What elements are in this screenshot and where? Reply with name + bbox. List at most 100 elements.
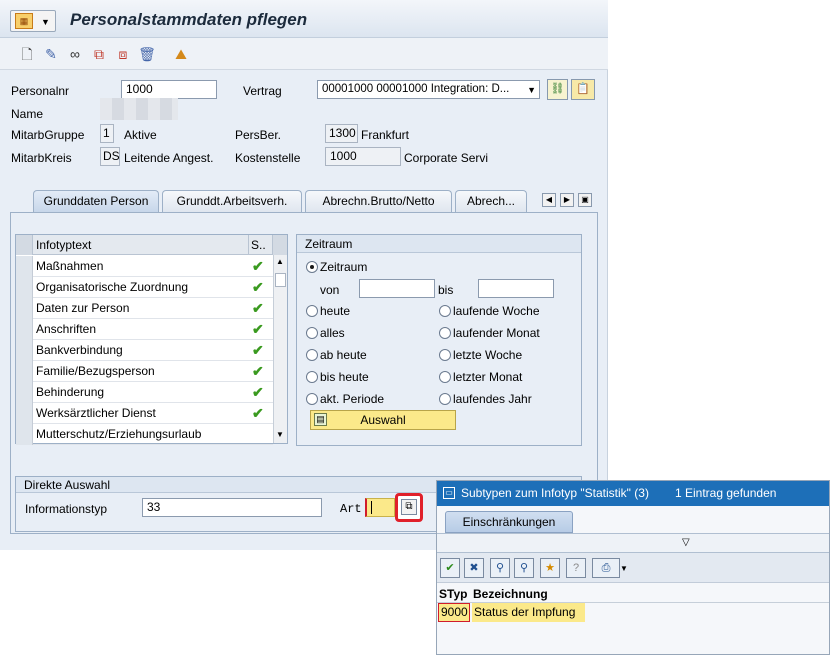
- radio-akt-periode-label: akt. Periode: [320, 392, 385, 406]
- radio-ab-heute[interactable]: [306, 349, 318, 361]
- tab-scroll-left-icon[interactable]: ◀: [542, 193, 556, 207]
- main-window: ▦ ▼ Personalstammdaten pflegen 🗋 ✎ ∞ ⧉ ⧈…: [0, 0, 608, 550]
- radio-zeitraum-label: Zeitraum: [320, 260, 368, 274]
- table-row[interactable]: Mutterschutz/Erziehungsurlaub: [16, 424, 273, 445]
- copy-icon[interactable]: ⧉: [90, 45, 108, 63]
- art-input[interactable]: [365, 498, 395, 517]
- radio-letzte-woche[interactable]: [439, 349, 451, 361]
- mitarbkreis-text: Leitende Angest.: [124, 151, 214, 165]
- popup-count: 1 Eintrag gefunden: [675, 486, 777, 500]
- radio-laufender-monat[interactable]: [439, 327, 451, 339]
- infotype-name: Anschriften: [36, 322, 97, 336]
- persber-label: PersBer.: [235, 128, 282, 142]
- overview-mountain-icon[interactable]: ⛰: [172, 45, 190, 63]
- radio-alles[interactable]: [306, 327, 318, 339]
- tab-einschraenkungen[interactable]: Einschränkungen: [445, 511, 573, 533]
- informationstyp-input[interactable]: 33: [142, 498, 322, 517]
- bis-label: bis: [438, 283, 454, 297]
- select-all-cell[interactable]: [16, 235, 33, 255]
- delimit-icon[interactable]: ⧈: [114, 45, 132, 63]
- radio-akt-periode[interactable]: [306, 393, 318, 405]
- radio-letzte-woche-label: letzte Woche: [453, 348, 523, 362]
- table-row[interactable]: Bankverbindung ✔: [16, 340, 273, 361]
- new-document-icon[interactable]: 🗋: [18, 45, 36, 63]
- scroll-down-icon[interactable]: ▼: [276, 430, 284, 439]
- edit-pencil-icon[interactable]: ✎: [42, 45, 60, 63]
- check-icon: ✔: [252, 300, 264, 316]
- radio-letzter-monat[interactable]: [439, 371, 451, 383]
- check-icon: ✔: [252, 258, 264, 274]
- table-row[interactable]: Organisatorische Zuordnung ✔: [16, 277, 273, 298]
- row-selector[interactable]: [16, 403, 33, 424]
- value-help-icon[interactable]: ⧉: [401, 499, 417, 515]
- personalnr-input[interactable]: 1000: [121, 80, 217, 99]
- row-selector[interactable]: [16, 319, 33, 340]
- tab-abrech-more[interactable]: Abrech...: [455, 190, 527, 212]
- tab-scroll-right-icon[interactable]: ▶: [560, 193, 574, 207]
- find-next-icon[interactable]: ⚲: [514, 558, 534, 578]
- help-icon[interactable]: ?: [566, 558, 586, 578]
- chevron-down-icon: ▼: [41, 17, 50, 27]
- radio-zeitraum[interactable]: [306, 261, 318, 273]
- tab-list-icon[interactable]: ▣: [578, 193, 592, 207]
- name-label: Name: [11, 107, 44, 121]
- confirm-check-icon[interactable]: ✔: [440, 558, 460, 578]
- table-row[interactable]: Maßnahmen ✔: [16, 256, 273, 277]
- styp-cell[interactable]: 9000: [438, 603, 470, 622]
- radio-bis-heute-label: bis heute: [320, 370, 369, 384]
- restrictions-collapse-bar[interactable]: ▽: [437, 533, 829, 553]
- cancel-x-icon[interactable]: ✖: [464, 558, 484, 578]
- infotype-scrollbar[interactable]: ▲ ▼: [273, 255, 287, 443]
- table-row[interactable]: Familie/Bezugsperson ✔: [16, 361, 273, 382]
- row-selector[interactable]: [16, 340, 33, 361]
- bezeichnung-cell[interactable]: Status der Impfung: [472, 603, 585, 622]
- von-input[interactable]: [359, 279, 435, 298]
- popup-toolbar: ✔ ✖ ⚲ ⚲ ★ ? ⎙ ▼: [437, 553, 829, 583]
- tab-grunddt-arbeitsverh[interactable]: Grunddt.Arbeitsverh.: [162, 190, 302, 212]
- col-styp: STyp: [439, 587, 468, 601]
- scroll-up-icon[interactable]: ▲: [276, 257, 284, 266]
- clipboard-icon[interactable]: 📋: [571, 79, 595, 100]
- auswahl-label: Auswahl: [360, 413, 406, 427]
- menu-button[interactable]: ▦ ▼: [10, 10, 56, 32]
- display-glasses-icon[interactable]: ∞: [66, 45, 84, 63]
- find-binoculars-icon[interactable]: ⚲: [490, 558, 510, 578]
- row-selector[interactable]: [16, 298, 33, 319]
- radio-ab-heute-label: ab heute: [320, 348, 367, 362]
- sap-menu-icon: ▦: [15, 13, 33, 29]
- row-selector[interactable]: [16, 256, 33, 277]
- table-row[interactable]: Anschriften ✔: [16, 319, 273, 340]
- org-structure-icon[interactable]: ⛓: [547, 79, 568, 100]
- scroll-thumb[interactable]: [275, 273, 286, 287]
- radio-laufendes-jahr[interactable]: [439, 393, 451, 405]
- persber-text: Frankfurt: [361, 128, 410, 142]
- delete-trash-icon[interactable]: 🗑: [138, 45, 156, 63]
- check-icon: ✔: [252, 384, 264, 400]
- zeitraum-header: Zeitraum: [297, 235, 581, 253]
- new-favorite-icon[interactable]: ★: [540, 558, 560, 578]
- print-icon[interactable]: ⎙: [592, 558, 620, 578]
- vertrag-value: 00001000 00001000 Integration: D...: [322, 83, 510, 95]
- row-selector[interactable]: [16, 277, 33, 298]
- vertrag-dropdown[interactable]: 00001000 00001000 Integration: D... ▼: [317, 80, 540, 99]
- popup-table-header: STyp Bezeichnung: [437, 585, 829, 603]
- radio-heute-label: heute: [320, 304, 351, 318]
- tab-abrechn-brutto-netto[interactable]: Abrechn.Brutto/Netto: [305, 190, 452, 212]
- table-row[interactable]: Behinderung ✔: [16, 382, 273, 403]
- row-selector[interactable]: [16, 424, 33, 445]
- radio-laufende-woche[interactable]: [439, 305, 451, 317]
- page-title: Personalstammdaten pflegen: [70, 10, 308, 29]
- radio-heute[interactable]: [306, 305, 318, 317]
- expand-triangle-icon[interactable]: ▽: [682, 537, 690, 548]
- auswahl-button[interactable]: ▤ Auswahl: [310, 410, 456, 430]
- infotype-name: Familie/Bezugsperson: [36, 364, 155, 378]
- radio-bis-heute[interactable]: [306, 371, 318, 383]
- chevron-down-icon[interactable]: ▼: [620, 564, 628, 573]
- bis-input[interactable]: [478, 279, 554, 298]
- row-selector[interactable]: [16, 361, 33, 382]
- column-settings-cell[interactable]: [272, 235, 287, 255]
- tab-grunddaten-person[interactable]: Grunddaten Person: [33, 190, 159, 212]
- table-row[interactable]: Werksärztlicher Dienst ✔: [16, 403, 273, 424]
- table-row[interactable]: Daten zur Person ✔: [16, 298, 273, 319]
- row-selector[interactable]: [16, 382, 33, 403]
